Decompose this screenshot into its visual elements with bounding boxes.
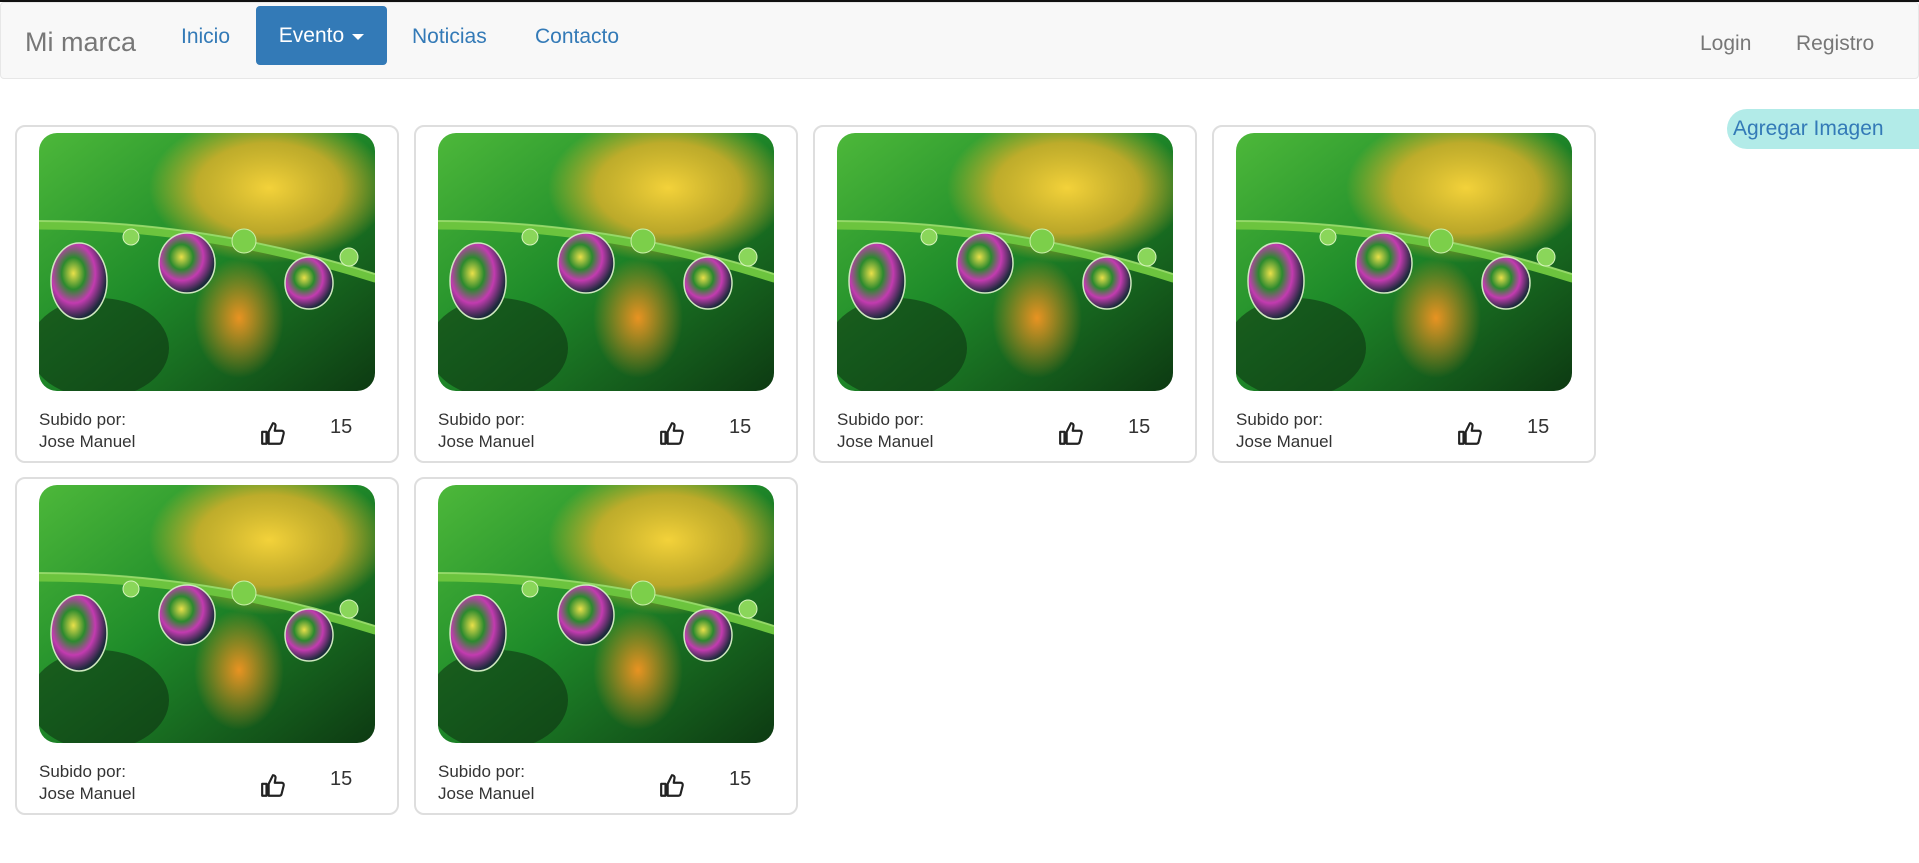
uploaded-by-label: Subido por:: [39, 410, 126, 429]
like-count: 15: [1128, 416, 1151, 438]
like-count: 15: [729, 768, 752, 790]
nav-link-login[interactable]: Login: [1700, 32, 1751, 56]
like-count: 15: [330, 768, 353, 790]
uploaded-by-label: Subido por:: [39, 762, 126, 781]
uploaded-by-label: Subido por:: [837, 410, 924, 429]
uploader-name: Jose Manuel: [438, 784, 535, 803]
image-card[interactable]: Subido por: Jose Manuel 15: [1212, 125, 1596, 463]
navbar: Mi marca Inicio Evento Noticias Contacto…: [0, 2, 1919, 79]
nav-link-registro[interactable]: Registro: [1796, 32, 1874, 56]
like-count: 15: [330, 416, 353, 438]
thumbs-up-icon[interactable]: [1457, 421, 1483, 447]
image-card[interactable]: Subido por: Jose Manuel 15: [414, 477, 798, 815]
thumbs-up-icon[interactable]: [659, 773, 685, 799]
thumbs-up-icon[interactable]: [659, 421, 685, 447]
dew-drops-photo[interactable]: [438, 485, 774, 743]
thumbs-up-icon[interactable]: [260, 773, 286, 799]
dew-drops-photo[interactable]: [837, 133, 1173, 391]
like-count: 15: [1527, 416, 1550, 438]
dew-drops-photo[interactable]: [39, 133, 375, 391]
uploader-name: Jose Manuel: [39, 432, 136, 451]
like-count: 15: [729, 416, 752, 438]
nav-link-noticias[interactable]: Noticias: [412, 25, 487, 49]
thumbs-up-icon[interactable]: [1058, 421, 1084, 447]
image-card[interactable]: Subido por: Jose Manuel 15: [813, 125, 1197, 463]
nav-dropdown-label: Evento: [278, 23, 345, 47]
navbar-brand[interactable]: Mi marca: [25, 27, 136, 58]
nav-dropdown-evento[interactable]: Evento: [256, 6, 387, 65]
thumbs-up-icon[interactable]: [260, 421, 286, 447]
image-card[interactable]: Subido por: Jose Manuel 15: [15, 125, 399, 463]
uploader-name: Jose Manuel: [1236, 432, 1333, 451]
image-card[interactable]: Subido por: Jose Manuel 15: [414, 125, 798, 463]
dew-drops-photo[interactable]: [39, 485, 375, 743]
uploader-name: Jose Manuel: [438, 432, 535, 451]
uploaded-by-label: Subido por:: [1236, 410, 1323, 429]
add-image-button[interactable]: Agregar Imagen: [1727, 109, 1919, 149]
uploader-name: Jose Manuel: [837, 432, 934, 451]
uploaded-by-label: Subido por:: [438, 762, 525, 781]
nav-link-inicio[interactable]: Inicio: [181, 25, 230, 49]
image-card[interactable]: Subido por: Jose Manuel 15: [15, 477, 399, 815]
nav-link-contacto[interactable]: Contacto: [535, 25, 619, 49]
dew-drops-photo[interactable]: [438, 133, 774, 391]
uploader-name: Jose Manuel: [39, 784, 136, 803]
dew-drops-photo[interactable]: [1236, 133, 1572, 391]
caret-down-icon: [352, 34, 365, 40]
uploaded-by-label: Subido por:: [438, 410, 525, 429]
